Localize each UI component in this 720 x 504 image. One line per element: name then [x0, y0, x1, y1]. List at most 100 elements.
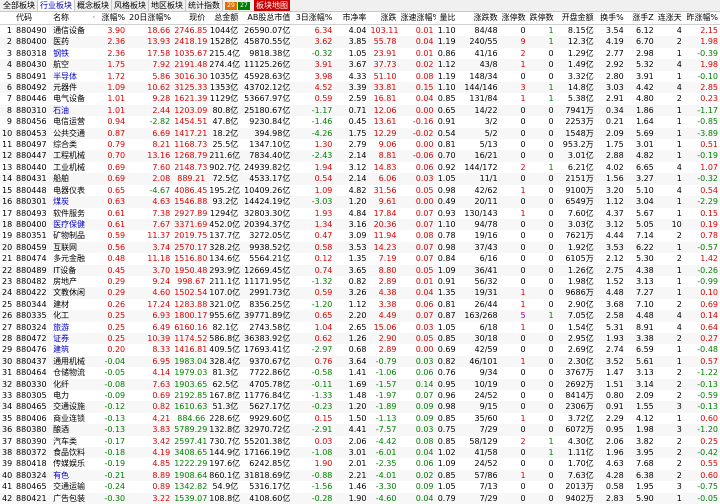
- table-row[interactable]: 38 880372 食品饮料 -0.18 4.19 3408.65 144.9亿 17166.…: [0, 447, 720, 459]
- table-row[interactable]: 36 880380 酿酒 -0.13 3.83 5789.29 132.8亿 32970.72…: [0, 424, 720, 436]
- table-row[interactable]: 6 880492 元器件 1.09 10.62 3125.33 1353亿 43702.12亿…: [0, 82, 720, 94]
- column-header[interactable]: [0, 12, 15, 25]
- table-row[interactable]: 8 880310 石油 1.01 2.44 1203.09 80.8亿 25180.67亿 -1…: [0, 104, 720, 117]
- tab-3[interactable]: 风格板块: [112, 0, 149, 11]
- table-row[interactable]: 12 880447 工程机械 0.70 13.16 1268.79 211.6亿 7834.4…: [0, 150, 720, 162]
- cell-z: 3.13: [635, 368, 654, 378]
- cell-diff: 13.61: [373, 117, 397, 127]
- table-row[interactable]: 39 880418 传媒娱乐 -0.19 4.85 1222.29 197.6亿 6242.8…: [0, 458, 720, 469]
- cell-turn: 0.58: [605, 482, 624, 492]
- board-map-button[interactable]: 板块地图: [254, 0, 290, 11]
- table-row[interactable]: 26 880335 化工 0.25 6.93 1800.17 955.6亿 39771.89亿…: [0, 310, 720, 322]
- column-header[interactable]: 涨幅%: [97, 12, 128, 25]
- cell-turn: 4.19: [605, 37, 624, 47]
- table-row[interactable]: 34 880465 交通设施 -0.12 0.82 1610.63 51.3亿 5627.17…: [0, 401, 720, 413]
- cell-days: 2: [676, 254, 682, 264]
- tab-5[interactable]: 统计指数: [186, 0, 223, 11]
- table-row[interactable]: 17 880493 软件服务 0.61 7.38 2927.89 1294亿 32803.30…: [0, 208, 720, 219]
- cell-z: 5.10: [635, 185, 654, 195]
- table-row[interactable]: 14 880431 船舶 0.69 2.08 889.21 72.5亿 4533.17亿 0.5…: [0, 173, 720, 185]
- cell-vr: 0.82: [437, 356, 456, 366]
- column-header[interactable]: 昨涨幅%: [683, 12, 720, 25]
- column-header[interactable]: 名称: [51, 12, 90, 25]
- table-row[interactable]: 7 880446 电气设备 1.01 9.28 1621.39 1129亿 53667.97亿…: [0, 93, 720, 104]
- table-row[interactable]: 3 880318 钢铁 2.36 17.58 1035.67 215.4亿 9818.38亿 -…: [0, 48, 720, 59]
- tab-1[interactable]: 行业板块: [38, 0, 75, 11]
- table-row[interactable]: 23 880482 房地产 0.29 9.24 998.67 211.1亿 11171.95亿…: [0, 276, 720, 287]
- column-header[interactable]: AB股总市值: [240, 12, 293, 25]
- cell-z: 6.70: [635, 37, 654, 47]
- table-row[interactable]: 21 880474 多元金融 0.48 11.18 1516.80 134.6亿 5564.2…: [0, 253, 720, 264]
- cell-ld: 1: [548, 37, 554, 47]
- column-header[interactable]: 涨手Z: [625, 12, 656, 25]
- table-row[interactable]: 22 880489 IT设备 0.45 3.70 1950.48 293.9亿 12669.4…: [0, 264, 720, 276]
- table-row[interactable]: 13 880440 工业机械 0.69 7.60 2148.73 902.7亿 24939.8…: [0, 162, 720, 173]
- table-row[interactable]: 30 880437 通用机械 -0.04 6.95 1983.04 328.4亿 9370.6…: [0, 355, 720, 368]
- column-header[interactable]: 连涨天: [655, 12, 684, 25]
- table-row[interactable]: 24 880422 文教休闲 0.29 4.60 1502.54 107.0亿 2991.73…: [0, 287, 720, 299]
- cell-ld: 0: [548, 71, 554, 81]
- column-header[interactable]: 量比: [435, 12, 458, 25]
- cell-days: 10: [671, 219, 682, 229]
- table-row[interactable]: 27 880324 旅游 0.25 6.49 6160.16 82.1亿 2743.58亿 1.…: [0, 322, 720, 333]
- cell-z: 4.80: [635, 94, 654, 104]
- column-header[interactable]: 涨跌数: [457, 12, 500, 25]
- table-row[interactable]: 41 880465 交通运输 -0.24 0.89 1342.82 54.9亿 5316.17…: [0, 481, 720, 492]
- row-spacer: [89, 71, 97, 82]
- cell-lu: 0: [520, 128, 526, 138]
- tab-2[interactable]: 概念板块: [75, 0, 112, 11]
- column-header[interactable]: 涨跌: [368, 12, 399, 25]
- column-header[interactable]: ·: [89, 12, 98, 25]
- cell-open: 2.90亿: [567, 299, 594, 309]
- table-row[interactable]: 2 880400 医药 2.36 13.93 2418.19 1528亿 45870.55亿 3…: [0, 36, 720, 48]
- table-row[interactable]: 40 880324 有色 -0.21 8.89 1908.64 860.1亿 31818.69…: [0, 469, 720, 482]
- table-row[interactable]: 25 880344 建材 0.26 17.24 1283.88 321.0亿 8356.25亿…: [0, 299, 720, 310]
- table-row[interactable]: 31 880464 仓储物流 -0.05 4.14 1979.03 81.3亿 7722.86…: [0, 367, 720, 378]
- cell-spd: 0.02: [415, 60, 434, 70]
- cell-vr: 0.76: [437, 368, 456, 378]
- tab-4[interactable]: 地区板块: [149, 0, 186, 11]
- table-row[interactable]: 15 880448 电器仪表 0.65 -4.67 4086.45 195.2亿 10409.…: [0, 185, 720, 196]
- column-header[interactable]: 代码: [14, 12, 52, 25]
- cell-ld: 0: [548, 197, 554, 207]
- cell-chg3: 1.04: [314, 322, 333, 332]
- table-row[interactable]: 33 880305 电力 -0.09 0.69 2192.85 167.8亿 11776.84…: [0, 390, 720, 401]
- tab-0[interactable]: 全部板块: [1, 0, 38, 11]
- column-header[interactable]: 现价: [172, 12, 208, 25]
- table-row[interactable]: 32 880330 化纤 -0.08 7.63 1903.65 62.5亿 4705.78亿 -…: [0, 378, 720, 390]
- cell-ud: 144/146: [464, 83, 498, 93]
- table-row[interactable]: 9 880456 电信运营 0.94 -2.82 1454.51 47.8亿 9230.84亿…: [0, 116, 720, 127]
- column-header[interactable]: 换手%: [595, 12, 626, 25]
- column-header[interactable]: 3日涨幅%: [292, 12, 335, 25]
- table-row[interactable]: 18 880400 医疗保健 0.61 7.67 3371.69 452.0亿 20394.3…: [0, 218, 720, 231]
- table-row[interactable]: 37 880390 汽车类 -0.17 3.42 2597.41 730.7亿 55201.3…: [0, 436, 720, 447]
- table-row[interactable]: 4 880430 航空 1.75 7.92 2191.48 274.4亿 11125.26亿 3…: [0, 59, 720, 71]
- table-row[interactable]: 20 880459 互联网 0.56 3.74 2570.17 328.2亿 9938.52亿…: [0, 241, 720, 254]
- cell-name: 化纤: [53, 379, 70, 389]
- table-row[interactable]: 42 880421 广告包装 -0.30 3.22 1539.07 108.8亿 4108.6…: [0, 492, 720, 504]
- cell-price: 1539.07: [174, 493, 208, 503]
- table-row[interactable]: 1 880490 通信设备 3.90 18.66 2746.85 1044亿 26590.07…: [0, 25, 720, 37]
- column-header[interactable]: 涨速涨幅%: [398, 12, 436, 25]
- table-row[interactable]: 5 880491 半导体 1.72 5.86 3016.30 1035亿 45928.63亿 3…: [0, 71, 720, 82]
- table-row[interactable]: 29 880476 建筑 0.20 8.33 1416.81 409.5亿 17693.41亿…: [0, 344, 720, 355]
- cell-price: 1035.67: [174, 48, 208, 58]
- column-header[interactable]: 20日涨幅%: [127, 12, 173, 25]
- table-row[interactable]: 28 880472 证券 0.25 10.39 1174.52 586.8亿 36383.92…: [0, 332, 720, 345]
- table-row[interactable]: 11 880497 综合类 0.79 8.21 1168.73 25.5亿 1347.10亿 1…: [0, 139, 720, 150]
- table-row[interactable]: 10 880453 公共交通 0.87 6.69 1417.21 18.2亿 394.98亿 -…: [0, 127, 720, 140]
- table-row[interactable]: 16 880301 煤炭 0.63 4.63 1546.88 93.2亿 14424.19亿 -…: [0, 196, 720, 208]
- cell-spd: 0.06: [415, 299, 434, 309]
- cell-pb: 2.14: [348, 174, 367, 184]
- table-row[interactable]: 19 880351 矿物制品 0.59 11.37 2019.75 137.7亿 3272.0…: [0, 230, 720, 241]
- column-header[interactable]: 市净率: [334, 12, 369, 25]
- column-header[interactable]: 涨停数: [499, 12, 528, 25]
- column-header[interactable]: 跌停数: [527, 12, 556, 25]
- cell-chg20: 8.33: [152, 345, 171, 355]
- cell-chg: 0.65: [107, 185, 126, 195]
- cell-chg: -0.21: [104, 470, 126, 480]
- column-header[interactable]: 总金额: [207, 12, 241, 25]
- cell-z: 3.91: [635, 71, 654, 81]
- column-header[interactable]: 开盘金额: [555, 12, 596, 25]
- table-row[interactable]: 35 880406 商业连锁 -0.13 4.21 884.66 228.6亿 9929.60…: [0, 413, 720, 424]
